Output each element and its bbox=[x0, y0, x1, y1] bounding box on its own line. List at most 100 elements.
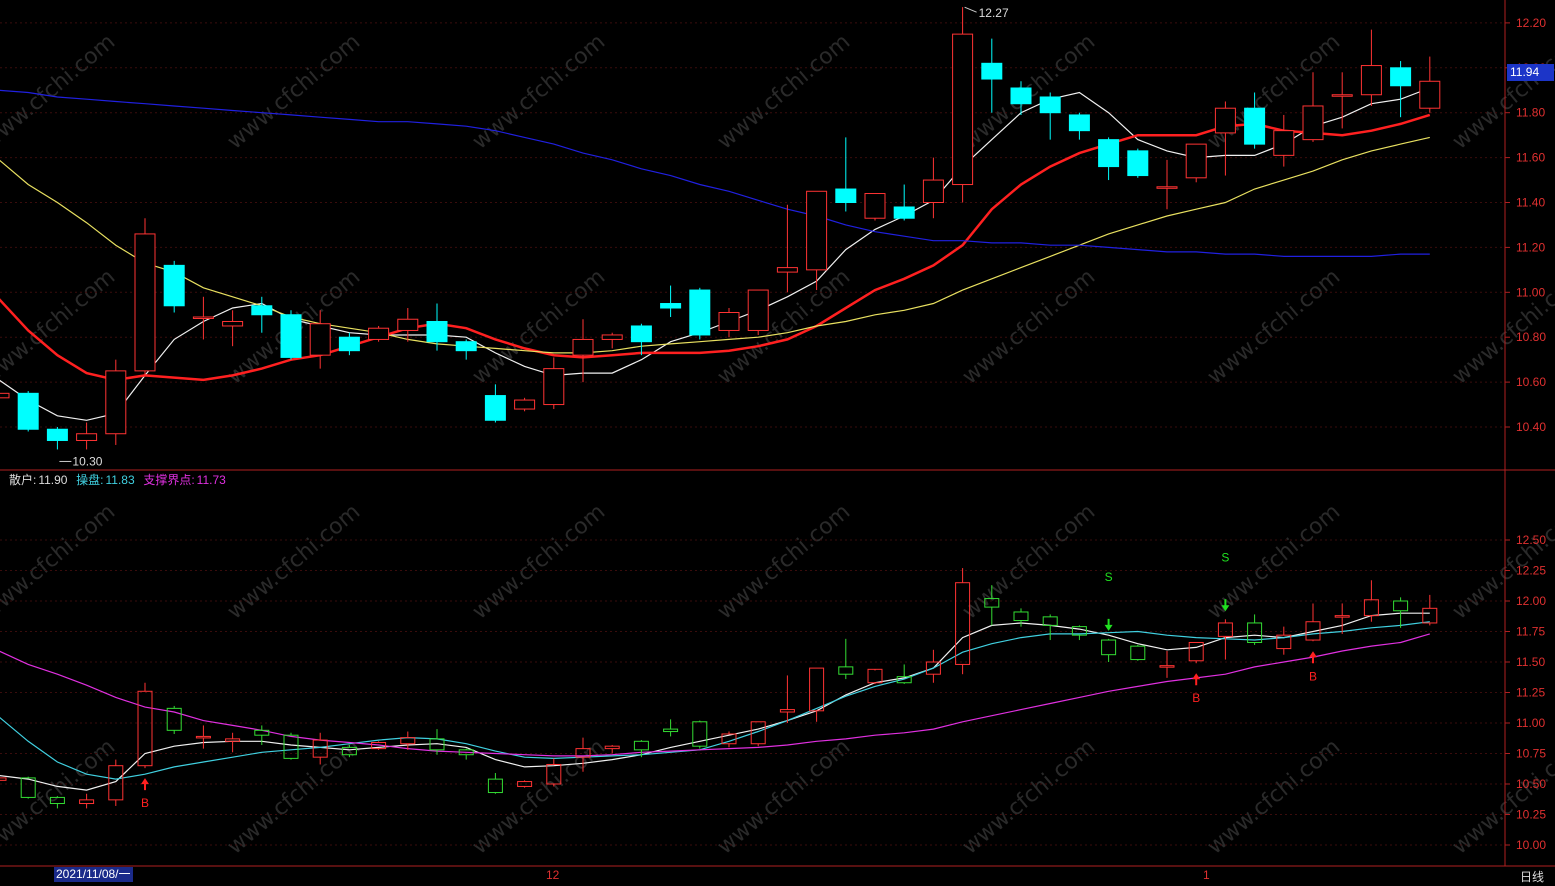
candle-body bbox=[487, 778, 503, 794]
high-price-label: 12.27 bbox=[979, 6, 1009, 20]
sell-signal-label: S bbox=[1221, 550, 1229, 564]
price-tick-label: 11.80 bbox=[1516, 106, 1545, 120]
candle-body bbox=[1098, 139, 1120, 168]
price-tick-label: 10.80 bbox=[1516, 330, 1546, 344]
price-tick-label: 11.50 bbox=[1516, 655, 1545, 669]
buy-arrow-icon bbox=[141, 778, 149, 791]
candle-body bbox=[163, 264, 185, 307]
candle-body bbox=[1039, 96, 1061, 114]
candle-body bbox=[1127, 150, 1149, 177]
candle-body bbox=[952, 33, 974, 186]
candle-body bbox=[1010, 87, 1032, 105]
candle-body bbox=[283, 734, 299, 759]
support-value: 11.73 bbox=[196, 473, 226, 487]
candle-body bbox=[397, 318, 419, 331]
candle-body bbox=[192, 316, 214, 319]
candle-body bbox=[660, 303, 682, 309]
price-tick-label: 11.60 bbox=[1516, 151, 1545, 165]
candle-body bbox=[1334, 615, 1350, 618]
watermark-text: www.cfchi.com bbox=[468, 29, 610, 154]
period-selector[interactable]: 日线 bbox=[1520, 868, 1544, 885]
price-tick-label: 11.00 bbox=[1516, 716, 1545, 730]
candle-body bbox=[663, 728, 679, 733]
candle-body bbox=[1302, 105, 1324, 141]
candle-body bbox=[835, 188, 857, 203]
price-tick-label: 10.40 bbox=[1516, 420, 1546, 434]
candle-body bbox=[633, 740, 649, 751]
high-pointer bbox=[964, 6, 977, 13]
watermark-layer: www.cfchi.com www.cfchi.com www.cfchi.com w… bbox=[0, 29, 1555, 859]
last-price-badge: 11.94 bbox=[1507, 64, 1554, 81]
watermark-text: www.cfchi.com bbox=[223, 29, 365, 154]
price-tick-label: 11.20 bbox=[1516, 240, 1545, 254]
candle-body bbox=[76, 433, 98, 441]
watermark-text: www.cfchi.com bbox=[958, 734, 1100, 859]
price-tick-label: 10.75 bbox=[1516, 747, 1546, 761]
watermark-text: www.cfchi.com bbox=[1203, 264, 1345, 389]
candle-body bbox=[776, 267, 798, 273]
price-tick-label: 12.25 bbox=[1516, 564, 1546, 578]
watermark-text: www.cfchi.com bbox=[1448, 29, 1555, 154]
candle-body bbox=[17, 392, 39, 430]
sell-signal-label: S bbox=[1105, 570, 1113, 584]
series-line bbox=[0, 136, 1430, 354]
candle-body bbox=[368, 327, 390, 340]
indicator-legend: 散户: 11.90 操盘: 11.83 支撑界点: 11.73 bbox=[9, 471, 228, 488]
retail-label: 散户: bbox=[9, 473, 37, 487]
candle-body bbox=[838, 666, 854, 675]
candle-body bbox=[867, 668, 883, 684]
candle-body bbox=[601, 334, 623, 340]
price-tick-label: 12.00 bbox=[1516, 594, 1546, 608]
candle-body bbox=[630, 325, 652, 343]
candle-body bbox=[1130, 645, 1146, 661]
candle-body bbox=[779, 709, 795, 713]
candle-body bbox=[338, 336, 360, 352]
watermark-text: www.cfchi.com bbox=[713, 734, 855, 859]
candle-body bbox=[747, 289, 769, 331]
candle-body bbox=[981, 62, 1003, 80]
candle-body bbox=[0, 392, 10, 399]
candle-body bbox=[79, 799, 95, 805]
candle-body bbox=[1101, 639, 1117, 656]
candle-body bbox=[1393, 600, 1409, 612]
candle-body bbox=[1419, 80, 1441, 109]
watermark-text: www.cfchi.com bbox=[0, 264, 120, 389]
candle-body bbox=[1185, 143, 1207, 179]
price-tick-label: 12.50 bbox=[1516, 533, 1546, 547]
candle-body bbox=[1217, 622, 1233, 637]
candle-body bbox=[484, 395, 506, 421]
buy-signal-label: B bbox=[1309, 669, 1317, 683]
candle-body bbox=[517, 781, 533, 787]
price-tick-label: 10.50 bbox=[1516, 777, 1546, 791]
candle-body bbox=[893, 206, 915, 219]
price-tick-label: 12.20 bbox=[1516, 16, 1546, 30]
candle-body bbox=[1068, 114, 1090, 132]
stock-chart[interactable]: www.cfchi.com www.cfchi.com www.cfchi.com w… bbox=[0, 0, 1555, 886]
candle-body bbox=[137, 690, 153, 767]
candle-body bbox=[280, 314, 302, 358]
candle-body bbox=[514, 399, 536, 410]
candle-body bbox=[309, 323, 331, 356]
watermark-text: www.cfchi.com bbox=[958, 499, 1100, 624]
candle-body bbox=[195, 735, 211, 739]
watermark-text: www.cfchi.com bbox=[713, 29, 855, 154]
candle-body bbox=[46, 428, 68, 441]
candle-body bbox=[1273, 130, 1295, 156]
candle-body bbox=[1331, 94, 1353, 97]
price-tick-label: 11.25 bbox=[1516, 686, 1545, 700]
price-tick-label: 10.25 bbox=[1516, 808, 1546, 822]
candle-body bbox=[251, 305, 273, 316]
month-label-jan[interactable]: 1 bbox=[1203, 868, 1210, 882]
candle-body bbox=[0, 777, 7, 781]
cursor-date-label: 2021/11/08/一 bbox=[54, 867, 133, 882]
watermark-text: www.cfchi.com bbox=[223, 734, 365, 859]
candle-body bbox=[455, 341, 477, 352]
watermark-text: www.cfchi.com bbox=[223, 499, 365, 624]
buy-arrow-icon bbox=[1309, 651, 1317, 664]
candle-body bbox=[806, 190, 828, 271]
moving-average-layer bbox=[0, 87, 1431, 791]
candle-body bbox=[426, 320, 448, 343]
retail-value: 11.90 bbox=[38, 473, 68, 487]
low-price-label: 10.30 bbox=[72, 454, 102, 468]
price-tick-label: 10.60 bbox=[1516, 375, 1546, 389]
